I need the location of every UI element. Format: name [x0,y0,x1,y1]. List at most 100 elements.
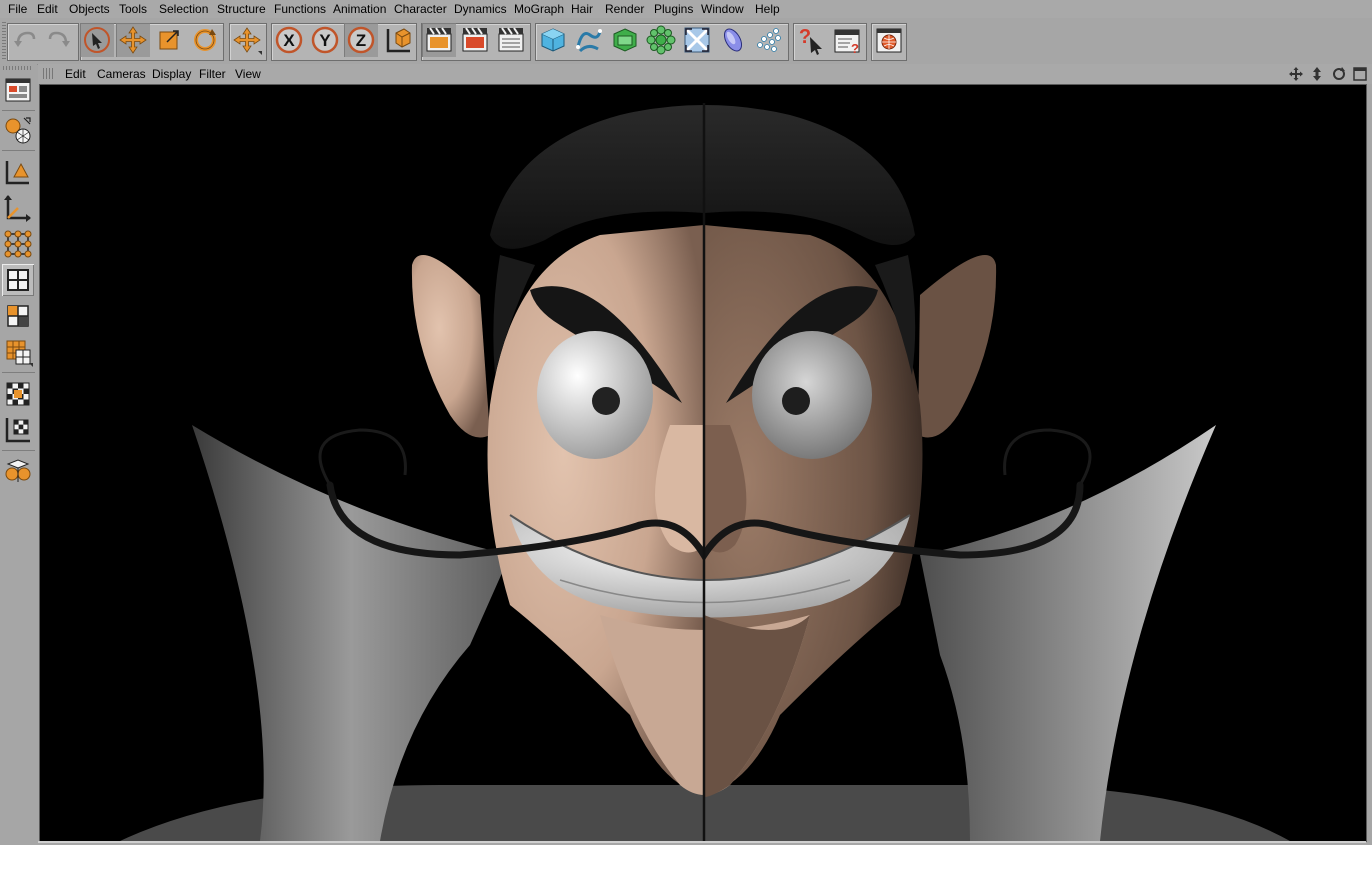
menu-hair[interactable]: Hair [571,2,593,16]
help-button[interactable]: ? [794,23,828,57]
array-button[interactable] [644,23,678,57]
cinema4d-window: File Edit Objects Tools Selection Struct… [0,0,1372,845]
menu-objects[interactable]: Objects [69,2,110,16]
svg-text:Y: Y [319,31,331,50]
viewport-navigation [1286,66,1368,82]
x-axis-icon: X [275,26,303,54]
y-axis-icon: Y [311,26,339,54]
viewport-header: Edit Cameras Display Filter View [38,64,1372,84]
menu-functions[interactable]: Functions [274,2,326,16]
redo-icon [48,31,70,47]
render-picture-viewer-icon [462,27,488,52]
undo-icon [14,31,36,47]
mirror-button[interactable] [2,456,34,488]
menu-help[interactable]: Help [755,2,780,16]
menu-bar: File Edit Objects Tools Selection Struct… [0,0,1372,18]
use-points-tool-icon [4,230,32,258]
texture-tool-button[interactable] [2,378,34,410]
browser-icon [876,28,902,53]
use-points-tool-button[interactable] [2,228,34,260]
viewport-grip[interactable] [43,68,55,79]
use-edges-tool-button[interactable] [2,264,34,296]
use-model-tool-button[interactable] [2,156,34,188]
ear-right [918,255,997,438]
menu-tools[interactable]: Tools [119,2,147,16]
render-view-button[interactable] [422,23,456,57]
y-axis-button[interactable]: Y [308,23,342,57]
menu-selection[interactable]: Selection [159,2,208,16]
menu-animation[interactable]: Animation [333,2,386,16]
svg-text:?: ? [799,26,811,48]
redo-button[interactable] [42,23,76,57]
help-icon: ? [799,26,822,55]
recent-tool-button[interactable] [230,23,264,57]
pupil-left [592,387,620,415]
commander-button[interactable]: ? [830,23,864,57]
menu-character[interactable]: Character [394,2,447,16]
x-axis-button[interactable]: X [272,23,306,57]
render-settings-button[interactable] [494,23,528,57]
move-icon [119,26,147,54]
editor-viewport[interactable] [39,84,1367,842]
zoom-view-icon[interactable] [1309,66,1325,82]
menu-edit[interactable]: Edit [37,2,58,16]
use-object-axis-button[interactable] [2,192,34,224]
viewport-menu-cameras[interactable]: Cameras [97,67,146,81]
menu-file[interactable]: File [8,2,27,16]
menu-mograph[interactable]: MoGraph [514,2,564,16]
menu-window[interactable]: Window [701,2,744,16]
undo-button[interactable] [8,23,42,57]
rotate-view-icon[interactable] [1331,66,1347,82]
svg-text:X: X [283,31,295,50]
viewport-menu-filter[interactable]: Filter [199,67,226,81]
render-settings-icon [498,27,524,52]
menu-plugins[interactable]: Plugins [654,2,693,16]
rotate-button[interactable] [188,23,222,57]
use-uv-tool-button[interactable] [2,336,34,368]
workplane-button[interactable] [2,414,34,446]
spline-button[interactable] [572,23,606,57]
viewport-menu-view[interactable]: View [235,67,261,81]
rotate-icon [194,29,216,51]
menu-structure[interactable]: Structure [217,2,266,16]
chin-shadow [704,615,810,797]
toolbar-grip[interactable] [2,22,6,60]
nurbs-button[interactable] [608,23,642,57]
viewport-menu-edit[interactable]: Edit [65,67,86,81]
maximize-view-icon[interactable] [1352,66,1368,82]
use-polygons-tool-button[interactable] [2,300,34,332]
collar-left [192,425,510,841]
move-button[interactable] [116,23,150,57]
z-axis-button[interactable]: Z [344,23,378,57]
pan-view-icon[interactable] [1288,66,1304,82]
particle-button[interactable] [752,23,786,57]
rendered-character-scene [120,103,1290,841]
layout-icon [5,78,31,102]
use-model-tool-icon [5,161,29,185]
nurbs-icon [613,28,637,52]
browser-button[interactable] [872,23,906,57]
palette-grip[interactable] [3,66,33,70]
mode-palette [0,64,37,845]
live-selection-button[interactable] [80,23,114,57]
scale-button[interactable] [152,23,186,57]
menu-render[interactable]: Render [605,2,644,16]
menu-dynamics[interactable]: Dynamics [454,2,507,16]
make-editable-button[interactable] [2,114,34,146]
texture-tool-icon [6,382,30,406]
pupil-right [782,387,810,415]
coordinate-system-icon [386,28,411,53]
layout-button[interactable] [2,74,34,106]
live-selection-icon [84,27,110,53]
cube-button[interactable] [536,23,570,57]
deformer-button[interactable] [680,23,714,57]
scene-button[interactable] [716,23,750,57]
render-picture-viewer-button[interactable] [458,23,492,57]
coordinate-system-button[interactable] [380,23,414,57]
command-toolbar: X Y Z ? ? [0,18,1372,65]
viewport-menu-display[interactable]: Display [152,67,191,81]
eye-right [752,331,872,459]
mustache-curl-right [1003,428,1092,486]
spline-icon [576,29,602,53]
ear-left [411,255,490,438]
